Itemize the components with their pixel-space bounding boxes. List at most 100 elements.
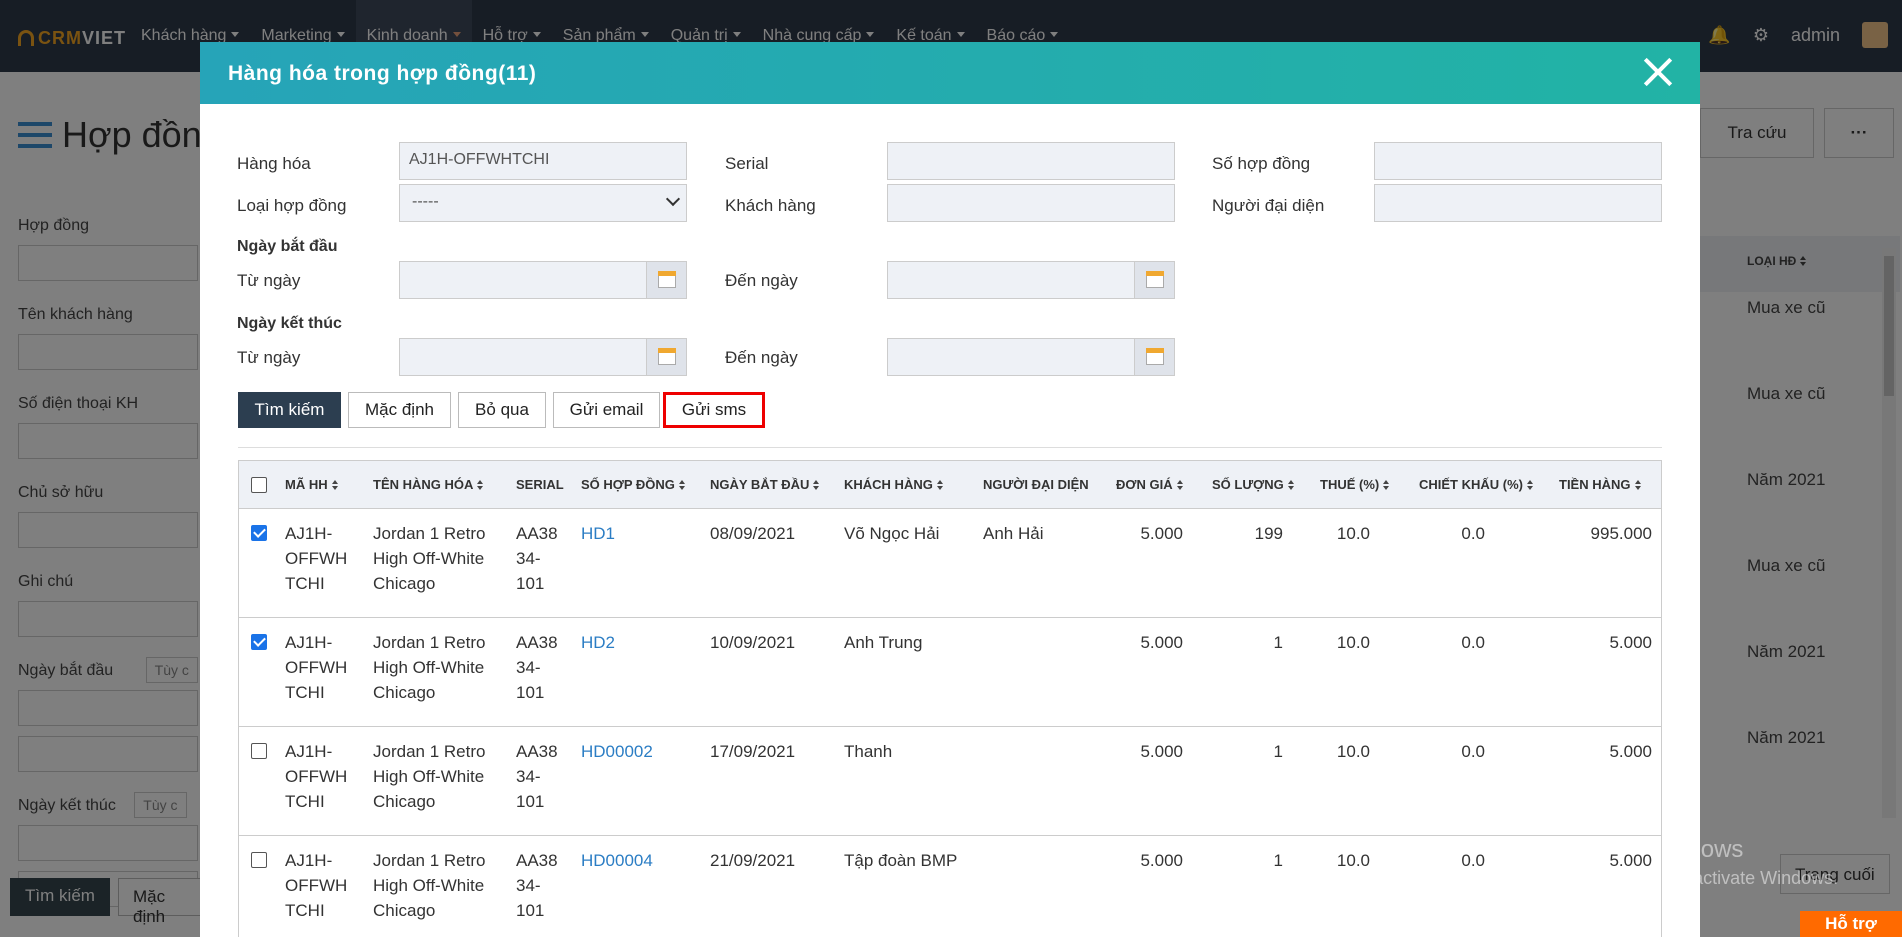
serial-label: Serial	[725, 154, 769, 173]
serial-cell: AA38 34- 101	[516, 848, 566, 923]
sort-icon	[678, 480, 685, 490]
end-from-label: Từ ngày	[237, 348, 301, 367]
column-header-price[interactable]: ĐƠN GIÁ	[1116, 477, 1183, 492]
product-code-cell: AJ1H- OFFWH TCHI	[285, 630, 365, 705]
customer-cell: Anh Trung	[844, 633, 923, 652]
modal-title: Hàng hóa trong hợp đồng(11)	[228, 62, 537, 85]
table-row[interactable]: AJ1H- OFFWH TCHI Jordan 1 Retro High Off-Whi…	[239, 618, 1661, 727]
serial-cell-line: 34-	[516, 658, 541, 677]
column-header-customer[interactable]: KHÁCH HÀNG	[844, 477, 943, 492]
send-sms-button[interactable]: Gửi sms	[663, 392, 765, 428]
contract-number-input[interactable]	[1374, 142, 1662, 180]
column-header-name[interactable]: TÊN HÀNG HÓA	[373, 477, 484, 492]
product-name-cell-line: Chicago	[373, 574, 436, 593]
sort-icon	[1287, 480, 1294, 490]
product-code-cell-line: AJ1H-	[285, 851, 333, 870]
calendar-icon	[658, 348, 676, 365]
column-header-serial: SERIAL	[516, 477, 564, 492]
close-icon[interactable]	[1642, 56, 1674, 88]
column-header-code[interactable]: MÃ HH	[285, 477, 338, 492]
calendar-button[interactable]	[646, 262, 686, 298]
product-code-cell-line: TCHI	[285, 792, 325, 811]
representative-input[interactable]	[1374, 184, 1662, 222]
serial-cell-line: 101	[516, 901, 545, 920]
serial-input[interactable]	[887, 142, 1175, 180]
product-name-cell-line: Chicago	[373, 792, 436, 811]
quantity-cell: 1	[1273, 742, 1283, 761]
table-row[interactable]: AJ1H- OFFWH TCHI Jordan 1 Retro High Off-Whi…	[239, 509, 1661, 618]
column-header-contract[interactable]: SỐ HỢP ĐỒNG	[581, 477, 685, 492]
column-header-start-date[interactable]: NGÀY BẮT ĐẦU	[710, 477, 820, 492]
column-header-amount[interactable]: TIỀN HÀNG	[1559, 477, 1641, 492]
end-to-date-input[interactable]	[887, 338, 1175, 376]
start-date-heading: Ngày bắt đầu	[237, 238, 338, 255]
product-name-cell-line: High Off-White	[373, 658, 485, 677]
skip-button[interactable]: Bỏ qua	[458, 392, 546, 428]
search-button[interactable]: Tìm kiếm	[238, 392, 341, 428]
column-header-representative: NGƯỜI ĐẠI DIỆN	[983, 477, 1089, 492]
amount-cell: 5.000	[1609, 633, 1652, 652]
row-checkbox[interactable]	[251, 743, 267, 759]
end-to-label: Đến ngày	[725, 348, 798, 367]
discount-cell: 0.0	[1461, 742, 1485, 761]
sort-icon	[813, 480, 820, 490]
serial-cell: AA38 34- 101	[516, 739, 566, 814]
column-header-discount[interactable]: CHIẾT KHẤU (%)	[1419, 477, 1533, 492]
price-cell: 5.000	[1140, 742, 1183, 761]
start-from-date-input[interactable]	[399, 261, 687, 299]
customer-input[interactable]	[887, 184, 1175, 222]
discount-cell: 0.0	[1461, 524, 1485, 543]
contract-link[interactable]: HD00002	[581, 739, 653, 764]
column-header-quantity[interactable]: SỐ LƯỢNG	[1212, 477, 1294, 492]
column-header-tax[interactable]: THUẾ (%)	[1320, 477, 1390, 492]
product-name-cell-line: Jordan 1 Retro	[373, 633, 486, 652]
product-input[interactable]: AJ1H-OFFWHTCHI	[399, 142, 687, 180]
row-checkbox[interactable]	[251, 852, 267, 868]
calendar-icon	[658, 271, 676, 288]
start-to-date-input[interactable]	[887, 261, 1175, 299]
product-code-cell: AJ1H- OFFWH TCHI	[285, 848, 365, 923]
serial-cell-line: 101	[516, 574, 545, 593]
contract-type-select[interactable]: -----	[399, 184, 687, 222]
calendar-button[interactable]	[1134, 339, 1174, 375]
sort-icon	[1527, 480, 1533, 490]
customer-cell: Tập đoàn BMP	[844, 851, 958, 870]
contract-link[interactable]: HD1	[581, 521, 615, 546]
table-row[interactable]: AJ1H- OFFWH TCHI Jordan 1 Retro High Off-Whi…	[239, 727, 1661, 836]
table-row[interactable]: AJ1H- OFFWH TCHI Jordan 1 Retro High Off-Whi…	[239, 836, 1661, 937]
serial-cell-line: AA38	[516, 742, 558, 761]
product-code-cell-line: OFFWH	[285, 876, 348, 895]
product-name-cell: Jordan 1 Retro High Off-White Chicago	[373, 739, 503, 814]
start-date-cell: 10/09/2021	[710, 633, 796, 652]
products-table: MÃ HH TÊN HÀNG HÓA SERIAL SỐ HỢP ĐỒNG NG…	[238, 460, 1662, 937]
row-checkbox[interactable]	[251, 525, 267, 541]
customer-label: Khách hàng	[725, 196, 816, 215]
support-button[interactable]: Hỗ trợ	[1800, 911, 1902, 937]
chevron-down-icon	[665, 191, 681, 207]
serial-cell-line: 101	[516, 683, 545, 702]
product-name-cell: Jordan 1 Retro High Off-White Chicago	[373, 521, 503, 596]
row-checkbox[interactable]	[251, 634, 267, 650]
calendar-button[interactable]	[646, 339, 686, 375]
product-code-cell: AJ1H- OFFWH TCHI	[285, 521, 365, 596]
contract-link[interactable]: HD00004	[581, 848, 653, 873]
end-from-date-input[interactable]	[399, 338, 687, 376]
serial-cell-line: 34-	[516, 767, 541, 786]
calendar-icon	[1146, 271, 1164, 288]
discount-cell: 0.0	[1461, 851, 1485, 870]
calendar-button[interactable]	[1134, 262, 1174, 298]
default-button[interactable]: Mặc định	[348, 392, 451, 428]
serial-cell-line: AA38	[516, 851, 558, 870]
contract-number-label: Số hợp đồng	[1212, 154, 1311, 173]
send-email-button[interactable]: Gửi email	[553, 392, 660, 428]
select-all-checkbox[interactable]	[251, 477, 267, 493]
start-date-cell: 17/09/2021	[710, 742, 796, 761]
quantity-cell: 199	[1254, 524, 1283, 543]
serial-cell: AA38 34- 101	[516, 521, 566, 596]
tax-cell: 10.0	[1336, 851, 1370, 870]
contract-link[interactable]: HD2	[581, 630, 615, 655]
modal-header: Hàng hóa trong hợp đồng(11)	[200, 42, 1700, 104]
product-code-cell-line: OFFWH	[285, 658, 348, 677]
tax-cell: 10.0	[1336, 524, 1370, 543]
customer-cell: Võ Ngọc Hải	[844, 524, 940, 543]
